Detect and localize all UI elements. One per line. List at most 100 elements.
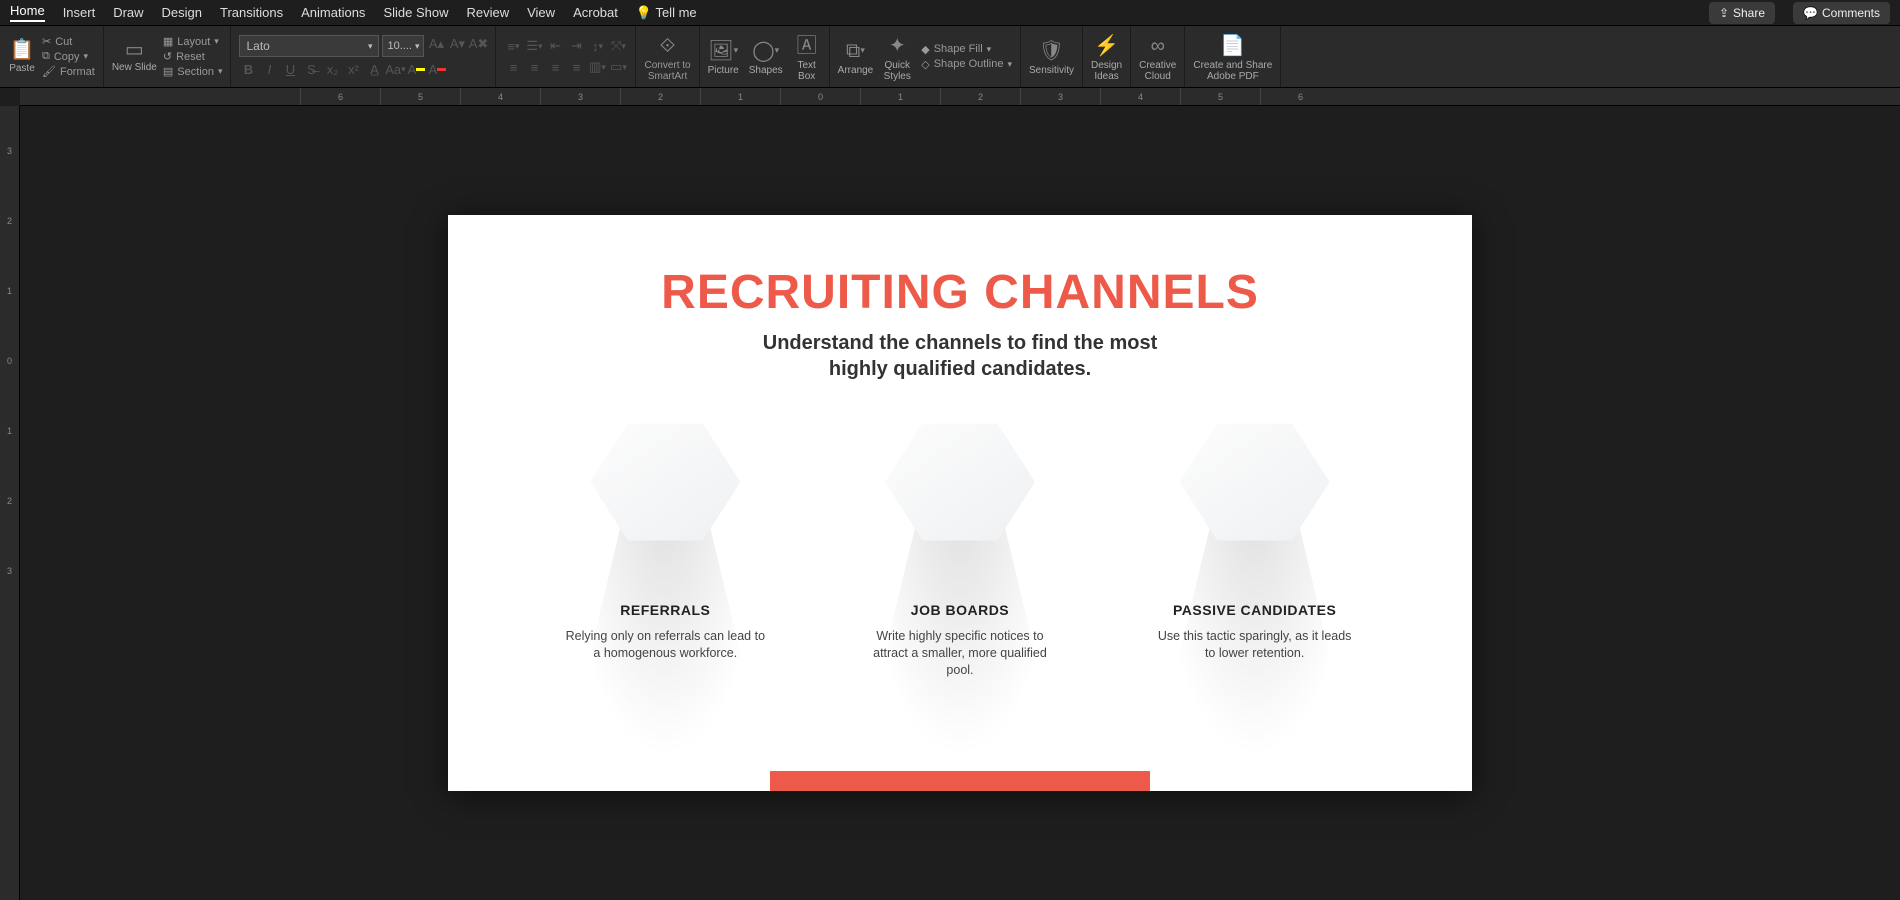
format-button[interactable]: 🖌Format xyxy=(42,65,95,78)
hexagon-icon[interactable] xyxy=(590,417,740,547)
group-clipboard: 📋 Paste ✂Cut ⧉Copy▾ 🖌Format xyxy=(0,26,104,87)
italic-icon[interactable]: I xyxy=(260,60,278,78)
layout-button[interactable]: ▦Layout▾ xyxy=(163,35,223,48)
tab-transitions[interactable]: Transitions xyxy=(220,5,283,20)
tab-home[interactable]: Home xyxy=(10,3,45,22)
cut-label: Cut xyxy=(55,36,72,48)
underline-icon[interactable]: U xyxy=(281,60,299,78)
tell-me[interactable]: 💡 Tell me xyxy=(636,5,697,21)
paste-icon[interactable]: 📋 xyxy=(8,35,36,63)
superscript-icon[interactable]: x² xyxy=(344,60,362,78)
share-button[interactable]: ⇪Share xyxy=(1709,2,1775,24)
numbering-icon[interactable]: ☰▾ xyxy=(525,37,543,55)
column-heading[interactable]: PASSIVE CANDIDATES xyxy=(1173,602,1336,618)
share-icon: ⇪ xyxy=(1719,6,1729,20)
layout-icon: ▦ xyxy=(163,35,173,48)
font-highlight-color-icon[interactable]: A xyxy=(407,60,425,78)
slide-subtitle[interactable]: Understand the channels to find the most… xyxy=(448,330,1472,382)
quick-styles-icon[interactable]: ✦ xyxy=(883,32,911,60)
strike-icon[interactable]: S̶ xyxy=(302,60,320,78)
section-button[interactable]: ▤Section▾ xyxy=(163,65,223,78)
copy-button[interactable]: ⧉Copy▾ xyxy=(42,50,95,63)
format-painter-icon: 🖌 xyxy=(42,65,56,78)
adobe-pdf-icon[interactable]: 📄 xyxy=(1219,32,1247,60)
comments-label: Comments xyxy=(1822,6,1880,20)
hexagon-icon[interactable] xyxy=(1180,417,1330,547)
increase-indent-icon[interactable]: ⇥ xyxy=(567,37,585,55)
shape-fill-button[interactable]: ◆Shape Fill▾ xyxy=(921,43,1012,56)
footer-bar[interactable] xyxy=(770,771,1150,791)
slide-canvas[interactable]: RECRUITING CHANNELS Understand the chann… xyxy=(20,106,1900,900)
column-text[interactable]: Relying only on referrals can lead to a … xyxy=(565,628,765,662)
smartart-icon[interactable]: ⟐ xyxy=(654,32,682,60)
tab-slide-show[interactable]: Slide Show xyxy=(383,5,448,20)
shape-fill-label: Shape Fill xyxy=(934,43,983,55)
text-direction-icon[interactable]: ⤧▾ xyxy=(609,37,627,55)
ruler-tick: 2 xyxy=(620,88,700,105)
align-center-icon[interactable]: ≡ xyxy=(525,58,543,76)
fill-icon: ◆ xyxy=(921,43,929,56)
ruler-tick: 4 xyxy=(1100,88,1180,105)
column-text[interactable]: Use this tactic sparingly, as it leads t… xyxy=(1155,628,1355,662)
shapes-icon[interactable]: ◯▾ xyxy=(752,37,780,65)
horizontal-ruler: 6 5 4 3 2 1 0 1 2 3 4 5 6 xyxy=(20,88,1900,106)
tab-view[interactable]: View xyxy=(527,5,555,20)
ruler-tick: 0 xyxy=(780,88,860,105)
bullets-icon[interactable]: ≡▾ xyxy=(504,37,522,55)
design-ideas-icon[interactable]: ⚡ xyxy=(1093,32,1121,60)
new-slide-icon[interactable]: ▭ xyxy=(120,35,148,63)
clear-format-icon[interactable]: A✖ xyxy=(469,35,487,53)
bold-icon[interactable]: B xyxy=(239,60,257,78)
column-job-boards[interactable]: JOB BOARDS Write highly specific notices… xyxy=(840,417,1080,679)
column-heading[interactable]: REFERRALS xyxy=(620,602,710,618)
column-heading[interactable]: JOB BOARDS xyxy=(911,602,1009,618)
column-passive[interactable]: PASSIVE CANDIDATES Use this tactic spari… xyxy=(1135,417,1375,679)
reset-icon: ↺ xyxy=(163,50,172,63)
comments-button[interactable]: 💬Comments xyxy=(1793,2,1890,24)
slide-title[interactable]: RECRUITING CHANNELS xyxy=(448,265,1472,320)
change-case-icon[interactable]: Aa▾ xyxy=(386,60,404,78)
tab-animations[interactable]: Animations xyxy=(301,5,365,20)
creative-cloud-icon[interactable]: ∞ xyxy=(1144,32,1172,60)
hexagon-icon[interactable] xyxy=(885,417,1035,547)
text-box-icon[interactable]: 🄰 xyxy=(793,32,821,60)
column-text[interactable]: Write highly specific notices to attract… xyxy=(860,628,1060,679)
shape-outline-button[interactable]: ◇Shape Outline▾ xyxy=(921,58,1012,71)
cut-button[interactable]: ✂ Cut xyxy=(42,35,95,48)
shape-outline-label: Shape Outline xyxy=(934,58,1004,70)
align-right-icon[interactable]: ≡ xyxy=(546,58,564,76)
text-box-label: Text Box xyxy=(798,60,816,82)
adobe-pdf-label: Create and Share Adobe PDF xyxy=(1193,60,1272,82)
columns-icon[interactable]: ▥▾ xyxy=(588,58,606,76)
font-size-combo[interactable]: 10....▾ xyxy=(382,35,424,57)
justify-icon[interactable]: ≡ xyxy=(567,58,585,76)
tab-design[interactable]: Design xyxy=(162,5,202,20)
decrease-font-icon[interactable]: A▾ xyxy=(448,35,466,53)
align-left-icon[interactable]: ≡ xyxy=(504,58,522,76)
cut-icon: ✂ xyxy=(42,35,51,48)
picture-icon[interactable]: 🖼▾ xyxy=(709,37,737,65)
subscript-icon[interactable]: x₂ xyxy=(323,60,341,78)
workspace: 6 5 4 3 2 1 0 1 2 3 4 5 6 3 2 1 0 1 2 3 … xyxy=(0,88,1900,900)
increase-font-icon[interactable]: A▴ xyxy=(427,35,445,53)
sensitivity-icon[interactable]: 🛡 xyxy=(1037,37,1065,65)
ruler-tick: 2 xyxy=(940,88,1020,105)
slide[interactable]: RECRUITING CHANNELS Understand the chann… xyxy=(448,215,1472,791)
font-color-icon[interactable]: A xyxy=(428,60,446,78)
decrease-indent-icon[interactable]: ⇤ xyxy=(546,37,564,55)
column-referrals[interactable]: REFERRALS Relying only on referrals can … xyxy=(545,417,785,679)
highlight-icon[interactable]: A̲ xyxy=(365,60,383,78)
tab-insert[interactable]: Insert xyxy=(63,5,96,20)
tab-review[interactable]: Review xyxy=(466,5,509,20)
reset-button[interactable]: ↺Reset xyxy=(163,50,223,63)
shapes-label: Shapes xyxy=(749,65,783,76)
tab-draw[interactable]: Draw xyxy=(113,5,143,20)
section-label: Section xyxy=(177,66,214,78)
arrange-icon[interactable]: ⧉▾ xyxy=(841,37,869,65)
line-spacing-icon[interactable]: ↕▾ xyxy=(588,37,606,55)
ruler-tick: 0 xyxy=(7,356,12,366)
tab-acrobat[interactable]: Acrobat xyxy=(573,5,618,20)
font-name-combo[interactable]: Lato▾ xyxy=(239,35,379,57)
align-text-icon[interactable]: ▭▾ xyxy=(609,58,627,76)
menu-bar: Home Insert Draw Design Transitions Anim… xyxy=(0,0,1900,26)
